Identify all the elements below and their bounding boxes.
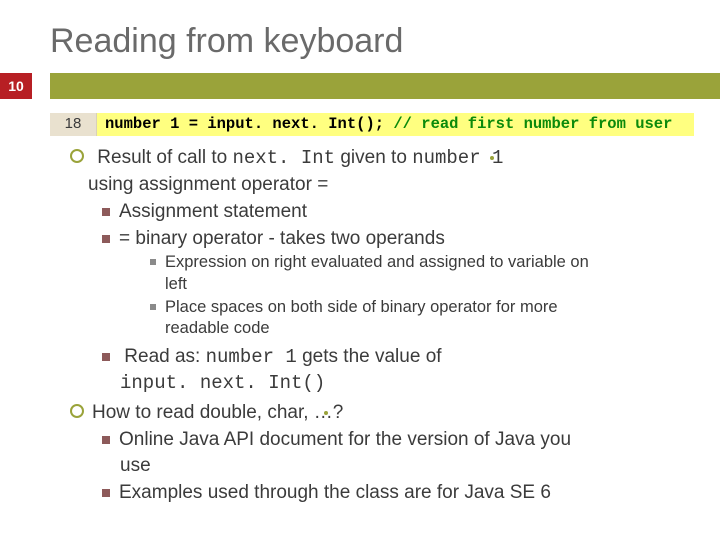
- text: given to: [335, 147, 412, 168]
- text: Read as:: [124, 346, 205, 367]
- slide-body: 18 number 1 = input. next. Int(); // rea…: [0, 113, 720, 504]
- banner-stripe: [50, 73, 720, 99]
- code-comment: // read first number from user: [393, 115, 672, 133]
- bullet-api-doc-cont: use: [120, 454, 694, 478]
- bullet-how-read: How to read double, char, …?: [70, 401, 694, 425]
- bullet-expr-right-cont: left: [165, 274, 694, 295]
- bullet-assignment: Assignment statement: [102, 200, 694, 224]
- banner-gap: [32, 73, 50, 99]
- slide-number-badge: 10: [0, 73, 32, 99]
- code-black: number 1 = input. next. Int();: [105, 115, 393, 133]
- code-content: number 1 = input. next. Int(); // read f…: [97, 113, 694, 136]
- bullet-spaces: Place spaces on both side of binary oper…: [150, 297, 694, 318]
- bullet-examples: Examples used through the class are for …: [102, 481, 694, 505]
- bullet-read-as: Read as: number 1 gets the value of: [102, 345, 694, 370]
- bullet-binary-op: = binary operator - takes two operands: [102, 227, 694, 251]
- bullet-expr-right: Expression on right evaluated and assign…: [150, 252, 694, 273]
- banner: 10: [0, 73, 720, 99]
- mono: number 1: [206, 346, 297, 368]
- bullet-read-as-cont: input. next. Int(): [120, 372, 694, 396]
- code-line-row: 18 number 1 = input. next. Int(); // rea…: [50, 113, 694, 136]
- slide: Reading from keyboard 10 18 number 1 = i…: [0, 0, 720, 540]
- bullet-spaces-cont: readable code: [165, 318, 694, 339]
- bullet-api-doc: Online Java API document for the version…: [102, 428, 694, 452]
- code-line-number: 18: [50, 113, 97, 136]
- bullet-result-cont: using assignment operator =: [88, 173, 694, 197]
- text: Result of call to: [97, 147, 232, 168]
- bullet-result: Result of call to next. Int given to num…: [70, 146, 694, 171]
- mono: next. Int: [232, 147, 335, 169]
- text: gets the value of: [297, 346, 442, 367]
- slide-title: Reading from keyboard: [0, 0, 720, 73]
- mono: number 1: [412, 147, 503, 169]
